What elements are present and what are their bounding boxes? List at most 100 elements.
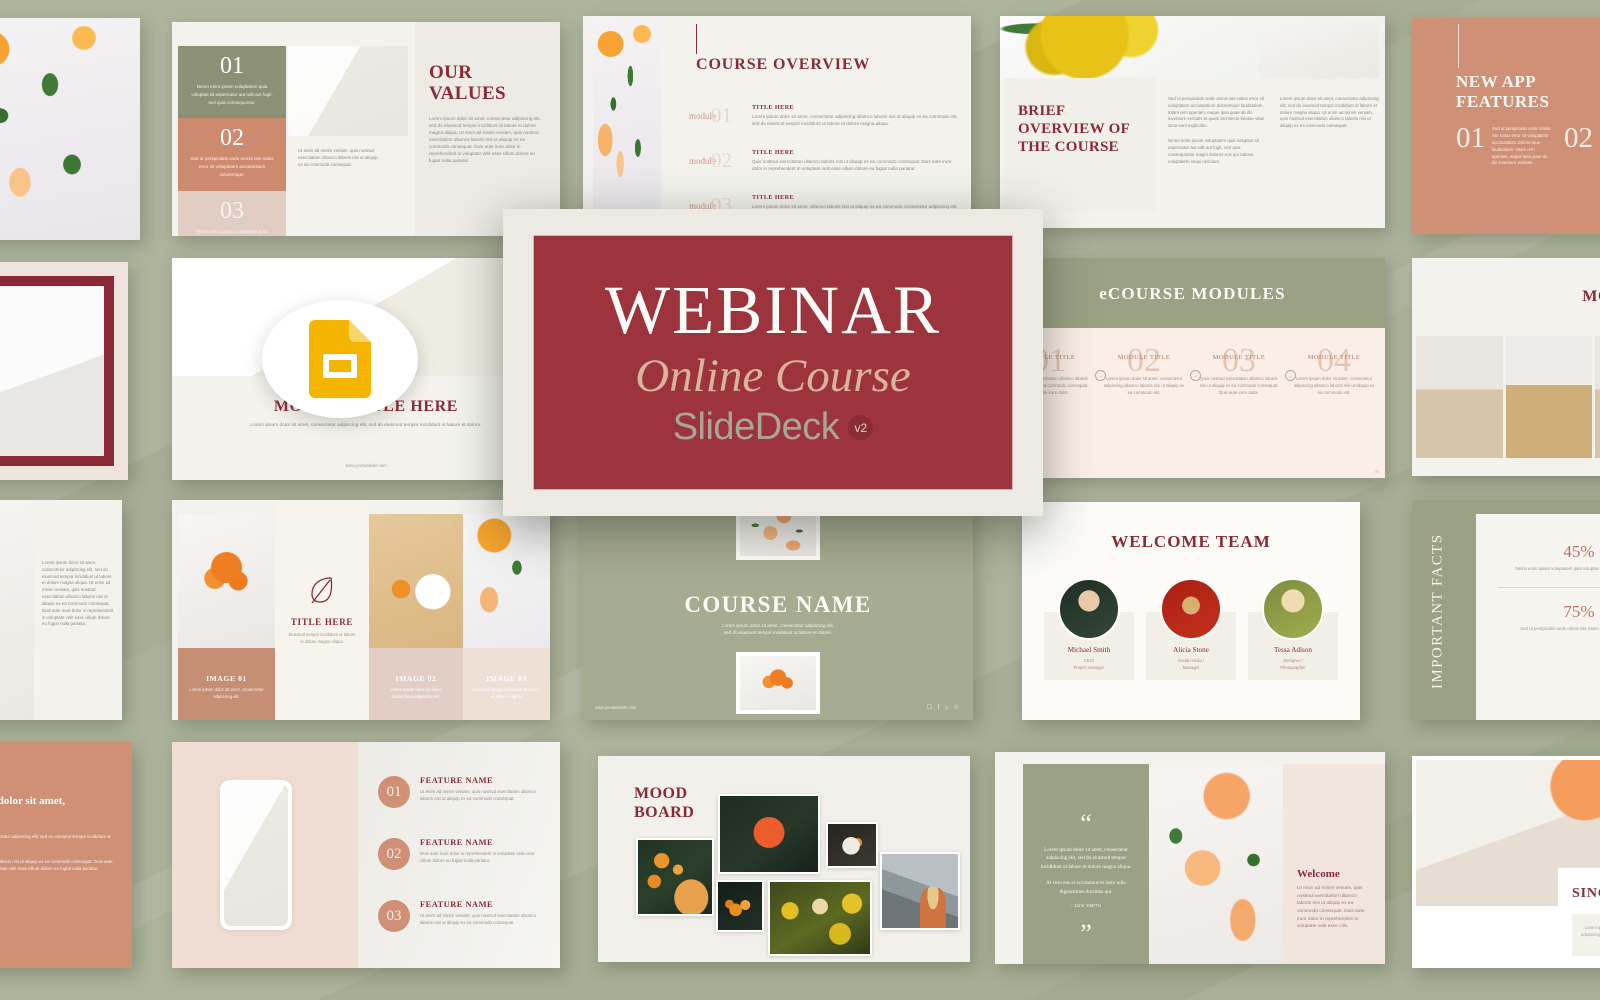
slide-thumbnail-terracotta-left[interactable]: Lorem ipsum dolor sit amet, consectetur … xyxy=(0,742,132,968)
coffee-photo xyxy=(369,514,463,648)
slide-important-facts[interactable]: IMPORTANT FACTS 45% Nemo enim ipsam volu… xyxy=(1412,500,1600,720)
ecourse-module[interactable]: 03 MODULE TITLE Quis nostrud exercitatio… xyxy=(1198,344,1280,396)
member-name: Alicia Stone xyxy=(1173,646,1209,654)
slide-new-app-features[interactable]: NEW APP FEATURES 01 Sed ut perspiciatis u… xyxy=(1412,18,1600,234)
slide-features[interactable]: 01 FEATURE NAME Ut enim ad minim veniam,… xyxy=(172,742,560,968)
title-card-overlay[interactable]: WEBINAR Online Course SlideDeck v2 xyxy=(503,209,1043,516)
single-text-box: Lorem ipsum dolor sit amet, consectetur … xyxy=(1572,914,1600,956)
values-body: Lorem ipsum dolor sit amet, consectetur … xyxy=(429,115,541,164)
ecourse-module[interactable]: 02 MODULE TITLE Lorem ipsum dolor sit am… xyxy=(1103,344,1185,396)
image-caption: IMAGE 03 Eiusmod tempor incididunt ut la… xyxy=(463,648,550,720)
google-slides-badge[interactable] xyxy=(262,300,418,418)
slide-thumbnail-tablet-left[interactable] xyxy=(0,262,128,480)
fact-item: 45% Nemo enim ipsam voluptatem quia volu… xyxy=(1494,542,1600,573)
page-title: COURSE OVERVIEW xyxy=(696,56,871,73)
value-number: 02 xyxy=(220,125,244,152)
module-body: TITLE HERE Quis nostrud exercitation ull… xyxy=(752,149,961,173)
slide-our-values[interactable]: 01 Nemo enim ipsam voluptatem quia volup… xyxy=(172,22,560,236)
avatar xyxy=(1262,578,1324,640)
value-number: 03 xyxy=(220,197,244,224)
page-title: BRIEF OVERVIEW OF THE COURSE xyxy=(1018,103,1130,155)
slide-quote-welcome[interactable]: “ Lorem ipsum dolor sit amet, consectetu… xyxy=(995,752,1385,964)
module-number: 02 xyxy=(1127,342,1161,379)
photo-strip xyxy=(1416,336,1600,458)
feature-row[interactable]: 03 FEATURE NAME Ut enim ad minim veniam,… xyxy=(378,900,546,932)
feature-text: Duis aute irure dolor in reprehenderit i… xyxy=(420,851,535,864)
values-text-panel: OUR VALUES Lorem ipsum dolor sit amet, co… xyxy=(415,22,560,236)
image-text: Lorem ipsum dolor sit amet, consectetur … xyxy=(390,687,442,699)
facts-panel: 45% Nemo enim ipsam voluptatem quia volu… xyxy=(1476,514,1600,720)
overlay-brand-row: SlideDeck v2 xyxy=(673,406,874,449)
flowers-photo xyxy=(740,656,816,710)
image-cell[interactable]: IMAGE 03 Eiusmod tempor incididunt ut la… xyxy=(463,500,550,720)
module-title: MODULE TITLE xyxy=(1117,354,1171,361)
quote-author: - John SMITH xyxy=(1070,903,1102,909)
image-cell[interactable]: IMAGE 01 Lorem ipsum dolor sit amet, con… xyxy=(178,500,275,720)
subtitle: Lorem ipsum dolor sit amet, consectetur … xyxy=(250,423,482,428)
feature-row[interactable]: 02 FEATURE NAME Duis aute irure dolor in… xyxy=(378,838,546,870)
member-role: Designer / Photographer xyxy=(1280,658,1306,670)
image-center-cell[interactable]: TITLE HERE Eiusmod tempor incididunt ut … xyxy=(275,500,369,720)
avatar xyxy=(1160,578,1222,640)
feature-body: FEATURE NAME Ut enim ad minim veniam, qu… xyxy=(420,900,546,927)
value-text: Nemo enim ipsam voluptatem quia voluptas… xyxy=(191,84,273,105)
overlay-subtitle: Online Course xyxy=(635,349,911,402)
website-footer: www.yourwebsite.com xyxy=(345,463,387,468)
drinks-photo xyxy=(1149,764,1283,964)
title-tick xyxy=(696,24,697,54)
value-text: Nemo enim ipsam voluptatem quia voluptas… xyxy=(196,228,268,234)
overlay-brand: SlideDeck xyxy=(672,406,840,449)
module-title: TITLE HERE xyxy=(752,104,794,111)
team-card[interactable]: Tessa Adison Designer / Photographer xyxy=(1248,578,1338,680)
hand-pencil-photo xyxy=(1259,20,1379,78)
module-row[interactable]: module 02 TITLE HERE Quis nostrud exerci… xyxy=(689,148,961,173)
value-block[interactable]: 01 Nemo enim ipsam voluptatem quia volup… xyxy=(178,46,286,119)
feature-title: FEATURE NAME xyxy=(420,900,494,909)
mood-photo xyxy=(826,822,878,868)
fact-text: Sed ut perspiciatis unde omnis iste natu… xyxy=(1520,625,1600,631)
slide-thumbnail-citrus-left[interactable] xyxy=(0,18,140,240)
image-label: IMAGE 01 xyxy=(206,674,247,683)
ecourse-module[interactable]: 04 MODULE TITLE Lorem ipsum dolor sit am… xyxy=(1293,344,1375,396)
team-card[interactable]: Alicia Stone Social media / Manager xyxy=(1146,578,1236,680)
module-row[interactable]: module 01 TITLE HERE Lorem ipsum dolor s… xyxy=(689,103,961,128)
image-label: IMAGE 02 xyxy=(395,674,437,683)
slide-ecourse-modules[interactable]: eCOURSE MODULES 01 MODULE TITLE Quis nos… xyxy=(1000,258,1385,478)
image-cell[interactable]: IMAGE 02 Lorem ipsum dolor sit amet, con… xyxy=(369,500,463,720)
divider xyxy=(1498,586,1600,588)
feature-text: Ut enim ad minim veniam, quis nostrud ex… xyxy=(420,913,536,926)
feature-right-panel: 01 FEATURE NAME Ut enim ad minim veniam,… xyxy=(358,742,560,968)
slide-course-overview[interactable]: COURSE OVERVIEW module 01 TITLE HERE Lor… xyxy=(583,16,971,230)
slide-thumbnail-pencil-left[interactable]: Lorem ipsum dolor sit amet, consectetur … xyxy=(0,500,122,720)
welcome-panel: Welcome Ut enim ad minim veniam, quis no… xyxy=(1283,764,1385,964)
quote-panel: “ Lorem ipsum dolor sit amet, consectetu… xyxy=(1023,764,1149,964)
center-text: Eiusmod tempor incididunt ut labore et d… xyxy=(288,631,356,644)
team-card[interactable]: Michael Smith CEO/Project manager xyxy=(1044,578,1134,680)
fact-text: Nemo enim ipsam voluptatem quia voluptas… xyxy=(1515,566,1600,571)
welcome-title: Welcome xyxy=(1297,868,1340,880)
brief-column-1: Sed ut perspiciatis unde omnis iste natu… xyxy=(1168,96,1266,165)
slide-single-right[interactable]: SINGLE Lorem ipsum dolor sit amet, conse… xyxy=(1412,756,1600,968)
value-block[interactable]: 03 Nemo enim ipsam voluptatem quia volup… xyxy=(178,190,286,236)
member-name: Michael Smith xyxy=(1067,646,1111,654)
slide-course-name[interactable]: COURSE NAME Lorem ipsum dolor sit amet, … xyxy=(583,498,973,720)
image-text: Lorem ipsum dolor sit amet, consectetur … xyxy=(189,687,264,699)
page-title: OUR VALUES xyxy=(429,62,507,105)
module-body: TITLE HERE Lorem ipsum dolor sit amet, c… xyxy=(752,104,961,128)
slide-mood-board[interactable]: MOOD BOARD xyxy=(598,756,970,962)
feature-row[interactable]: 01 FEATURE NAME Ut enim ad minim veniam,… xyxy=(378,776,546,808)
module-text: Lorem ipsum dolor sit amet, consectetur … xyxy=(1103,376,1185,396)
member-name: Tessa Adison xyxy=(1273,646,1313,654)
slide-heading: Lorem ipsum dolor sit amet, consectetur xyxy=(0,795,66,807)
image-caption: IMAGE 01 Lorem ipsum dolor sit amet, con… xyxy=(178,648,275,720)
slide-welcome-team[interactable]: WELCOME TEAM Michael Smith CEO/Project m… xyxy=(1022,502,1360,720)
title-card: WEBINAR Online Course SlideDeck v2 xyxy=(533,235,1013,490)
value-block[interactable]: 02 Sed ut perspiciatis unde omnis iste n… xyxy=(178,118,286,191)
slide-three-images[interactable]: IMAGE 01 Lorem ipsum dolor sit amet, con… xyxy=(172,500,550,720)
social-icons[interactable]: ☐ f ♪ ☉ xyxy=(927,704,961,711)
version-badge: v2 xyxy=(848,415,874,441)
slide-brief-overview[interactable]: BRIEF OVERVIEW OF THE COURSE Sed ut pers… xyxy=(1000,16,1385,228)
feature-number: 02 xyxy=(1564,122,1593,154)
slide-modules-right[interactable]: MODULES xyxy=(1412,258,1600,476)
module-text: Quis nostrud exercitation ullamco labori… xyxy=(1199,376,1279,396)
